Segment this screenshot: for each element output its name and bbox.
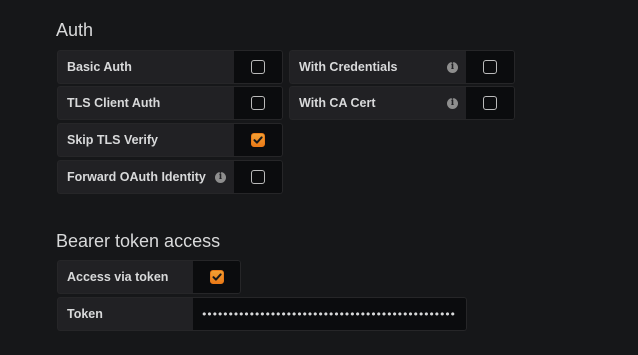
info-icon[interactable]: i — [447, 61, 458, 73]
basic-auth-row: Basic Auth — [57, 50, 283, 84]
skip-tls-verify-label: Skip TLS Verify — [67, 133, 159, 147]
token-label: Token — [67, 307, 103, 321]
with-credentials-checkbox[interactable] — [483, 60, 497, 74]
forward-oauth-checkbox[interactable] — [251, 170, 265, 184]
tls-client-auth-label: TLS Client Auth — [67, 96, 161, 110]
skip-tls-verify-row: Skip TLS Verify — [57, 123, 283, 157]
tls-client-auth-toggle[interactable] — [234, 86, 283, 120]
token-input[interactable]: ••••••••••••••••••••••••••••••••••••••••… — [193, 297, 467, 331]
bearer-section-title: Bearer token access — [56, 231, 221, 251]
info-icon[interactable]: i — [215, 171, 226, 183]
with-ca-cert-row: With CA Cert i — [289, 86, 515, 120]
token-label-cell: Token — [57, 297, 193, 331]
basic-auth-label: Basic Auth — [67, 60, 132, 74]
access-via-token-label: Access via token — [67, 270, 169, 284]
skip-tls-verify-label-cell: Skip TLS Verify — [57, 123, 234, 157]
forward-oauth-label-cell: Forward OAuth Identity i — [57, 160, 234, 194]
datasource-settings-page: Auth Basic Auth With Credentials i TLS C… — [0, 0, 638, 355]
basic-auth-toggle[interactable] — [234, 50, 283, 84]
with-credentials-label-cell: With Credentials i — [289, 50, 466, 84]
access-via-token-checkbox[interactable] — [209, 270, 224, 284]
tls-client-auth-checkbox[interactable] — [251, 96, 265, 110]
token-row: Token ••••••••••••••••••••••••••••••••••… — [57, 297, 467, 331]
with-credentials-label: With Credentials — [299, 60, 398, 74]
forward-oauth-label: Forward OAuth Identity — [67, 170, 206, 184]
checkmark-icon — [253, 136, 263, 144]
skip-tls-verify-checkbox[interactable] — [251, 133, 265, 147]
with-credentials-toggle[interactable] — [466, 50, 515, 84]
skip-tls-verify-toggle[interactable] — [234, 123, 283, 157]
auth-section-title: Auth — [56, 20, 94, 40]
basic-auth-label-cell: Basic Auth — [57, 50, 234, 84]
token-value[interactable]: ••••••••••••••••••••••••••••••••••••••••… — [201, 308, 456, 321]
info-icon[interactable]: i — [447, 97, 458, 109]
tls-client-auth-row: TLS Client Auth — [57, 86, 283, 120]
with-ca-cert-label-cell: With CA Cert i — [289, 86, 466, 120]
access-via-token-label-cell: Access via token — [57, 260, 193, 294]
tls-client-auth-label-cell: TLS Client Auth — [57, 86, 234, 120]
forward-oauth-row: Forward OAuth Identity i — [57, 160, 283, 194]
with-ca-cert-checkbox[interactable] — [483, 96, 497, 110]
access-via-token-row: Access via token — [57, 260, 241, 294]
with-credentials-row: With Credentials i — [289, 50, 515, 84]
basic-auth-checkbox[interactable] — [251, 60, 265, 74]
with-ca-cert-toggle[interactable] — [466, 86, 515, 120]
forward-oauth-toggle[interactable] — [234, 160, 283, 194]
access-via-token-toggle[interactable] — [193, 260, 241, 294]
checkmark-icon — [212, 273, 222, 281]
with-ca-cert-label: With CA Cert — [299, 96, 376, 110]
